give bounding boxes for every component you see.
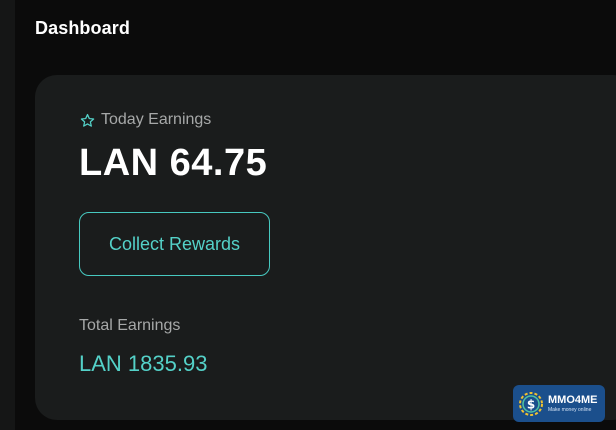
watermark-logo: $ MMO4ME Make money online xyxy=(513,385,605,422)
earnings-card: Today Earnings LAN 64.75 Collect Rewards… xyxy=(35,75,616,420)
collect-rewards-button[interactable]: Collect Rewards xyxy=(79,212,270,276)
watermark-tagline: Make money online xyxy=(548,406,592,413)
today-earnings-value: LAN 64.75 xyxy=(79,142,268,184)
dollar-coin-icon: $ xyxy=(517,390,545,418)
sidebar-strip xyxy=(0,0,15,430)
watermark-name: MMO4ME xyxy=(548,393,598,406)
total-earnings-value: LAN 1835.93 xyxy=(79,351,208,376)
watermark-text: MMO4ME Make money online xyxy=(548,393,598,413)
page-title: Dashboard xyxy=(35,18,130,38)
today-earnings-label: Today Earnings xyxy=(101,111,212,128)
star-icon xyxy=(80,113,95,128)
total-earnings-label: Total Earnings xyxy=(79,317,181,334)
svg-text:$: $ xyxy=(527,397,535,411)
today-earnings-header: Today Earnings xyxy=(80,111,211,129)
